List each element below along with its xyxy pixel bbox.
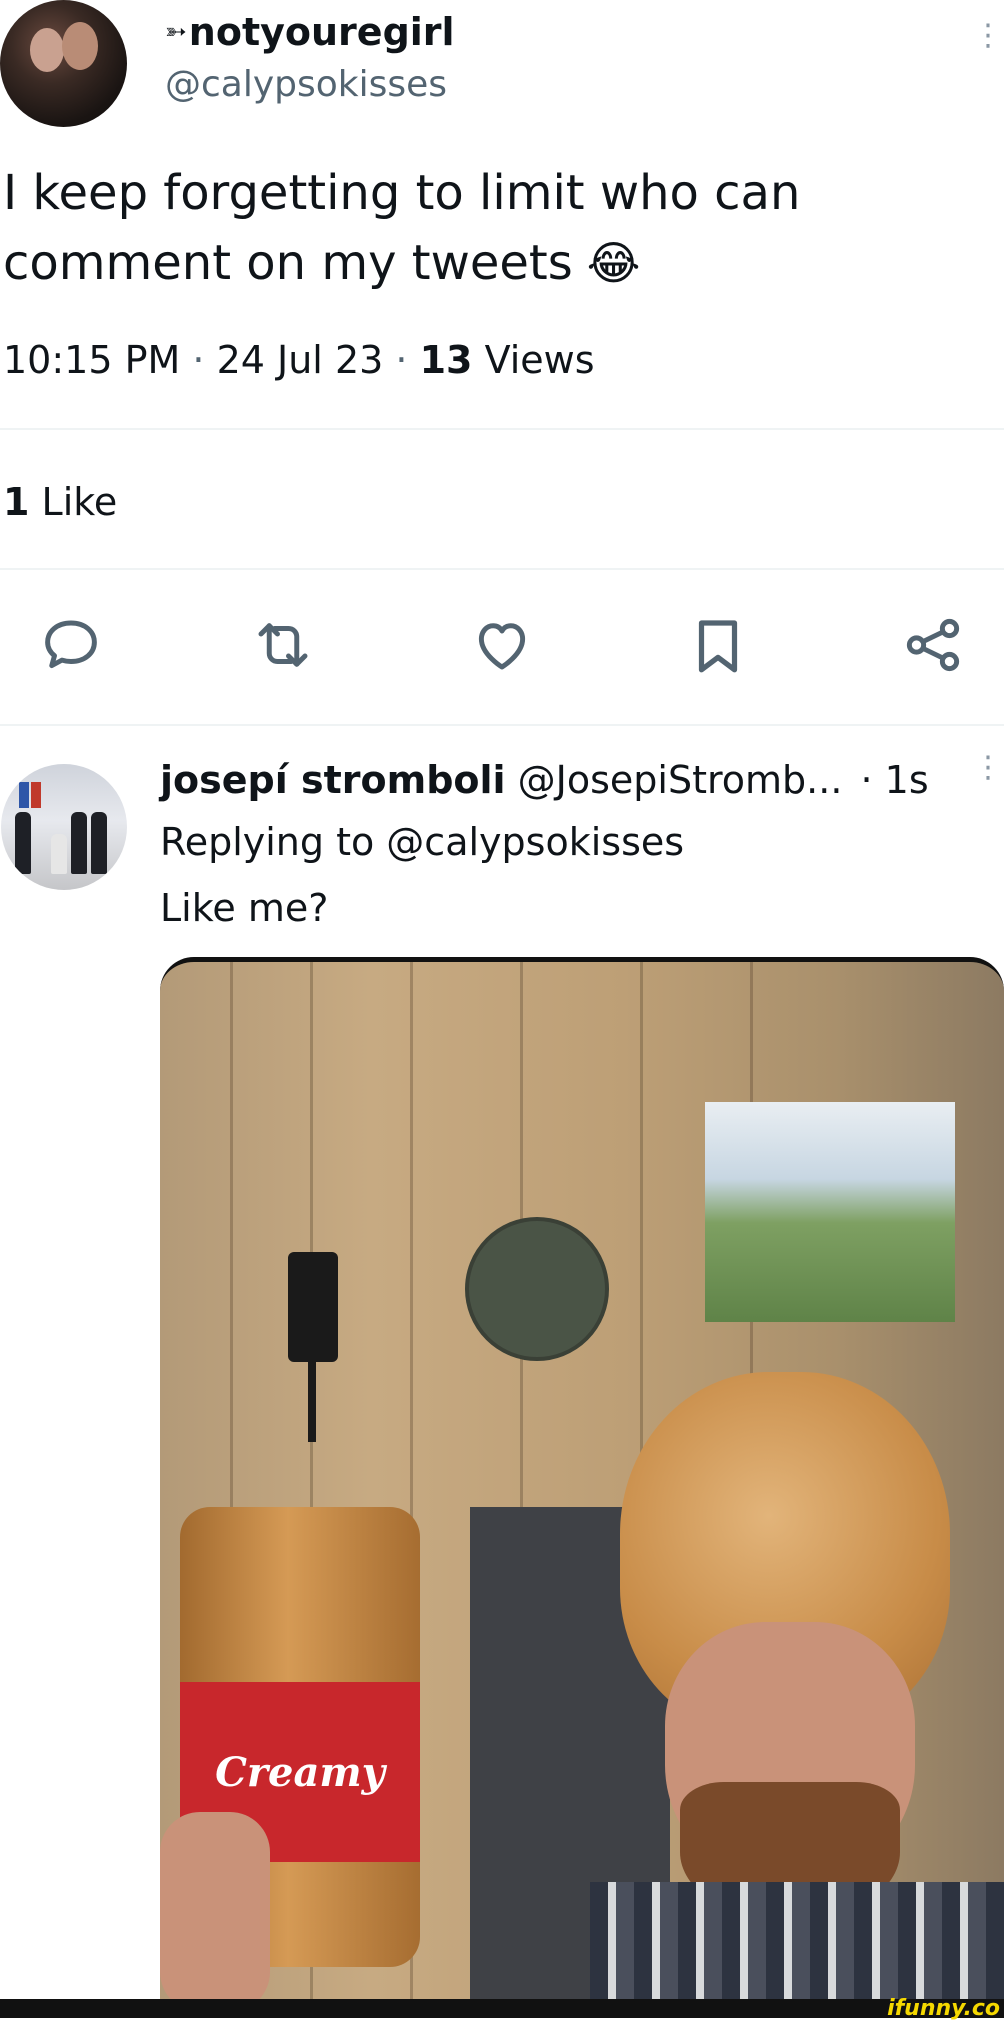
views-label: Views <box>484 338 595 382</box>
author-avatar[interactable] <box>0 0 127 127</box>
ifunny-watermark: ifunny.co <box>887 1996 1000 2021</box>
tweet-time[interactable]: 10:15 PM <box>3 338 180 382</box>
reply-icon[interactable] <box>38 612 104 678</box>
reply-time: · 1s <box>860 758 929 802</box>
bookmark-icon[interactable] <box>685 612 751 678</box>
tears-of-joy-emoji-icon: 😂 <box>586 236 641 290</box>
tweet-text: I keep forgetting to limit who can comme… <box>3 158 993 298</box>
retweet-icon[interactable] <box>250 612 316 678</box>
divider <box>0 568 1004 570</box>
tweet-meta: 10:15 PM · 24 Jul 23 · 13 Views <box>3 338 595 382</box>
tweet-text-line1: I keep forgetting to limit who can <box>3 165 801 221</box>
share-icon[interactable] <box>900 612 966 678</box>
meta-separator: · <box>395 338 408 382</box>
ribbon-arrow-icon: ➳ <box>165 17 187 47</box>
reply-author-avatar[interactable] <box>1 764 127 890</box>
author-display-name: notyouregirl <box>188 10 455 54</box>
divider <box>0 428 1004 430</box>
reply-handle[interactable]: @JosepiStromb... <box>518 758 843 802</box>
tweet-date[interactable]: 24 Jul 23 <box>217 338 384 382</box>
tweet-text-line2: comment on my tweets <box>3 235 573 291</box>
likes-count: 1 <box>3 480 30 524</box>
reply-header: josepí stromboli @JosepiStromb... · 1s <box>160 758 929 802</box>
divider <box>0 724 1004 726</box>
reply-text: Like me? <box>160 886 329 930</box>
watermark-bar <box>0 1999 1004 2018</box>
like-icon[interactable] <box>469 612 535 678</box>
reply-display-name[interactable]: josepí stromboli <box>160 758 506 802</box>
author-name-row[interactable]: ➳ notyouregirl <box>165 10 455 54</box>
meta-separator: · <box>192 338 205 382</box>
replying-to[interactable]: Replying to @calypsokisses <box>160 820 684 864</box>
likes-stat[interactable]: 1 Like <box>3 480 117 524</box>
views-count: 13 <box>419 338 473 382</box>
likes-label: Like <box>41 480 118 524</box>
author-handle[interactable]: @calypsokisses <box>165 64 447 105</box>
more-options-icon[interactable]: ⋮ <box>973 21 1003 51</box>
jar-label-text: Creamy <box>215 1748 385 1796</box>
reply-more-options-icon[interactable]: ⋮ <box>973 753 1003 783</box>
reply-photo[interactable]: Creamy <box>160 957 1004 2004</box>
